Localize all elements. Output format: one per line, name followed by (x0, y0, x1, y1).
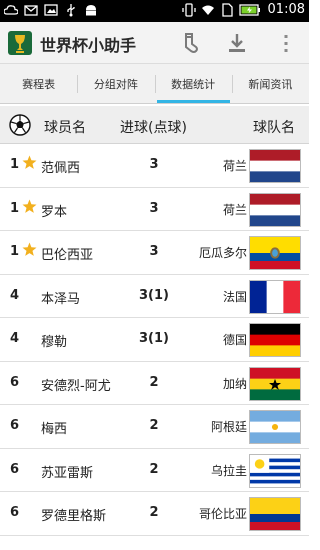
vibrate-icon (181, 2, 196, 17)
goals-count: 3(1) (139, 331, 169, 346)
overflow-menu-icon (284, 35, 288, 52)
wifi-icon (201, 5, 214, 15)
team-name: 德国 (222, 333, 247, 347)
germany-flag-icon (249, 323, 301, 357)
rank: 4 (10, 287, 20, 303)
tab-bar: 赛程表 分组对阵 数据统计 新闻资讯 (0, 64, 309, 104)
tab-label: 分组对阵 (93, 77, 138, 91)
team-name: 哥伦比亚 (198, 507, 247, 521)
scorer-row[interactable]: 6 罗德里格斯 2 哥伦比亚 (0, 492, 309, 536)
star-icon (22, 155, 37, 169)
goals-count: 3 (149, 244, 159, 259)
table-header: 球员名 进球(点球) 球队名 (0, 106, 309, 144)
action-bar: 世界杯小助手 (0, 22, 309, 64)
app-title: 世界杯小助手 (40, 36, 137, 55)
scorer-row[interactable]: 6 安德烈-阿尤 2 加纳 (0, 361, 309, 405)
player-name: 安德烈-阿尤 (41, 378, 111, 394)
player-name: 穆勒 (41, 335, 68, 350)
header-player: 球员名 (44, 120, 86, 136)
player-name: 本泽马 (41, 291, 81, 307)
team-name: 厄瓜多尔 (198, 246, 247, 260)
world-cup-trophy-icon[interactable] (8, 31, 32, 55)
rank: 1 (10, 157, 20, 172)
header-team: 球队名 (253, 120, 295, 136)
rank: 6 (10, 374, 20, 390)
tab-news[interactable]: 新闻资讯 (231, 64, 309, 103)
scorer-row[interactable]: 6 苏亚雷斯 2 乌拉圭 (0, 448, 309, 492)
goals-count: 2 (149, 461, 159, 477)
uruguay-flag-icon (249, 453, 301, 488)
scorer-row[interactable]: 1 范佩西 3 荷兰 (0, 144, 309, 188)
netherlands-flag-icon (249, 149, 301, 183)
scorer-list: 1 范佩西 3 荷兰 1 罗本 3 荷兰 1 巴伦西亚 3 厄瓜多尔 4 本泽马 3(1) 法国 4 穆勒 3(1)… (0, 144, 309, 536)
scorer-row[interactable]: 1 罗本 3 荷兰 (0, 187, 309, 231)
rank: 4 (10, 331, 20, 346)
team-name: 法国 (222, 289, 247, 304)
tab-label: 新闻资讯 (248, 77, 293, 91)
player-name: 巴伦西亚 (41, 248, 94, 263)
colombia-flag-icon (249, 497, 301, 531)
goals-count: 2 (149, 374, 159, 390)
ghana-flag-icon (249, 366, 301, 401)
team-name: 乌拉圭 (210, 463, 247, 478)
france-flag-icon (249, 279, 301, 314)
team-name: 荷兰 (222, 159, 247, 173)
team-name: 加纳 (222, 376, 247, 391)
ecuador-flag-icon (249, 236, 301, 270)
netherlands-flag-icon (249, 192, 301, 227)
tab-label: 赛程表 (22, 77, 56, 91)
scorer-row[interactable]: 6 梅西 2 阿根廷 (0, 405, 309, 449)
tab-schedule[interactable]: 赛程表 (0, 64, 77, 103)
battery-charging-icon (238, 3, 260, 16)
player-name: 罗本 (41, 204, 68, 220)
sim-icon (221, 2, 233, 17)
rank: 6 (10, 505, 20, 520)
tab-groups[interactable]: 分组对阵 (77, 64, 154, 103)
header-goals: 进球(点球) (120, 120, 187, 136)
usb-icon (67, 4, 75, 17)
team-name: 阿根廷 (210, 420, 247, 434)
image-icon (44, 4, 58, 16)
status-bar: 01:08 (0, 0, 309, 22)
scorer-row[interactable]: 1 巴伦西亚 3 厄瓜多尔 (0, 231, 309, 275)
goals-count: 2 (149, 505, 159, 520)
overflow-menu-button[interactable] (270, 28, 302, 58)
argentina-flag-icon (249, 410, 301, 444)
tab-label: 数据统计 (171, 77, 216, 91)
goals-count: 2 (149, 418, 159, 433)
cloud-icon (4, 5, 18, 15)
scorer-row[interactable]: 4 穆勒 3(1) 德国 (0, 318, 309, 362)
goals-count: 3(1) (139, 287, 169, 303)
rank: 1 (10, 200, 20, 216)
rank: 6 (10, 418, 20, 433)
rank: 6 (10, 461, 20, 477)
sock-button[interactable] (173, 28, 205, 58)
scorer-row[interactable]: 4 本泽马 3(1) 法国 (0, 274, 309, 318)
download-icon (229, 34, 245, 52)
player-name: 范佩西 (41, 161, 81, 176)
goals-count: 3 (149, 157, 159, 172)
team-name: 荷兰 (222, 202, 247, 217)
star-icon (22, 199, 37, 213)
player-name: 罗德里格斯 (41, 509, 107, 524)
rank: 1 (10, 244, 20, 259)
tab-statistics[interactable]: 数据统计 (154, 64, 232, 103)
android-icon (86, 5, 96, 16)
star-icon (22, 242, 37, 256)
clock-time: 01:08 (267, 2, 305, 17)
download-button[interactable] (221, 28, 253, 58)
player-name: 苏亚雷斯 (41, 465, 94, 481)
soccer-ball-icon (9, 114, 31, 136)
player-name: 梅西 (41, 422, 68, 437)
sock-icon (185, 33, 198, 53)
mail-icon (24, 5, 38, 16)
goals-count: 3 (149, 200, 159, 216)
